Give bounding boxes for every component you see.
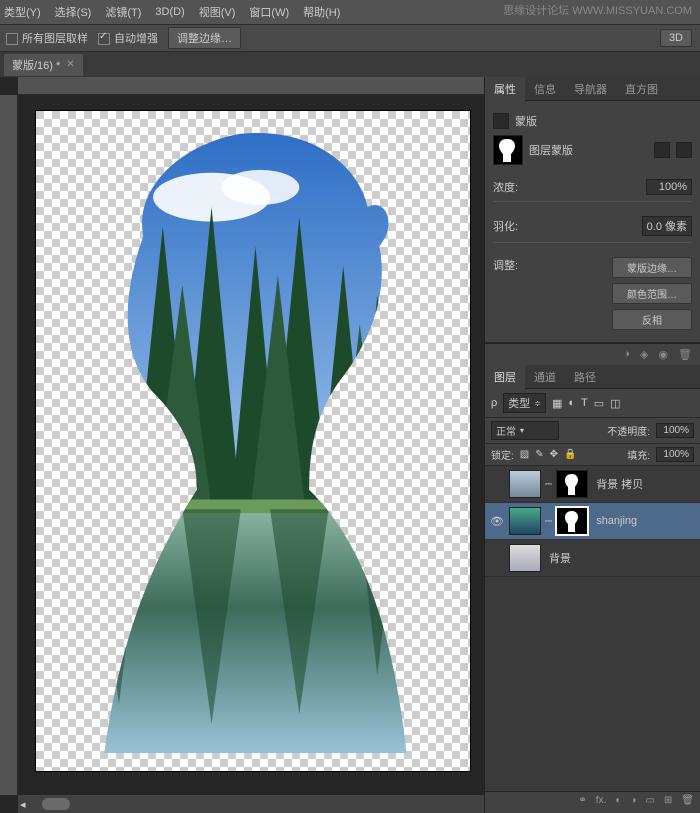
filter-kind-dropdown[interactable]: 类型≑ — [503, 393, 546, 413]
mask-thumbnail[interactable] — [556, 470, 588, 498]
delete-layer-icon[interactable]: 🗑 — [681, 795, 694, 810]
tab-properties[interactable]: 属性 — [485, 77, 525, 101]
tab-layers[interactable]: 图层 — [485, 365, 525, 389]
lock-all-icon[interactable]: 🔒 — [564, 449, 576, 460]
mask-thumbnail[interactable] — [556, 507, 588, 535]
layer-thumbnail[interactable] — [509, 544, 541, 572]
filter-adjust-icon[interactable]: ◐ — [568, 397, 575, 409]
layer-name[interactable]: 背景 — [549, 550, 571, 566]
trash-icon[interactable]: 🗑 — [678, 348, 692, 361]
layer-filter-row: ρ 类型≑ ▦ ◐ T ▭ ◫ — [485, 389, 700, 418]
menu-type[interactable]: 类型(Y) — [4, 4, 41, 20]
layer-thumbnail[interactable] — [509, 470, 541, 498]
layer-name[interactable]: 背景 拷贝 — [596, 476, 643, 492]
properties-panel: 蒙版 图层蒙版 浓度: 100% 羽化: 0.0 像素 — [485, 101, 700, 343]
sample-all-layers[interactable]: 所有图层取样 — [6, 30, 88, 46]
properties-tabs: 属性 信息 导航器 直方图 — [485, 77, 700, 101]
layer-name[interactable]: shanjing — [596, 515, 637, 527]
new-layer-icon[interactable]: ⊞ — [664, 795, 672, 810]
filter-smart-icon[interactable]: ◫ — [610, 397, 620, 410]
opacity-label: 不透明度: — [607, 423, 650, 438]
load-selection-icon[interactable]: ◑ — [623, 348, 630, 361]
lock-transparency-icon[interactable]: ▨ — [520, 449, 529, 460]
panels-column: 属性 信息 导航器 直方图 蒙版 图层蒙版 浓度: 100% — [484, 77, 700, 813]
new-fill-icon[interactable]: ◑ — [630, 795, 636, 810]
menu-filter[interactable]: 滤镜(T) — [105, 4, 141, 20]
blend-mode-dropdown[interactable]: 正常▾ — [491, 421, 559, 440]
invert-button[interactable]: 反相 — [612, 309, 692, 330]
3d-mode-button[interactable]: 3D — [660, 29, 692, 47]
document-canvas[interactable] — [36, 111, 470, 771]
link-layers-icon[interactable]: ⚭ — [578, 795, 586, 810]
color-range-button[interactable]: 颜色范围… — [612, 283, 692, 304]
filter-pixel-icon[interactable]: ▦ — [552, 397, 562, 410]
canvas-area: ◂ — [0, 77, 484, 813]
lock-label: 锁定: — [491, 447, 514, 462]
document-tab[interactable]: 蒙版/16) * ✕ — [4, 54, 83, 76]
opacity-input[interactable]: 100% — [656, 423, 694, 438]
watermark-text: 思缘设计论坛 WWW.MISSYUAN.COM — [503, 2, 692, 18]
tab-channels[interactable]: 通道 — [525, 365, 565, 389]
menu-view[interactable]: 视图(V) — [199, 4, 236, 20]
link-icon[interactable]: ⎓ — [545, 516, 552, 527]
feather-input[interactable]: 0.0 像素 — [642, 216, 692, 236]
lock-pixels-icon[interactable]: ✎ — [535, 449, 543, 460]
menu-bar: 类型(Y) 选择(S) 滤镜(T) 3D(D) 视图(V) 窗口(W) 帮助(H… — [0, 0, 700, 24]
document-tabs: 蒙版/16) * ✕ — [0, 52, 700, 77]
vector-mask-button[interactable] — [676, 142, 692, 158]
vertical-ruler[interactable] — [0, 95, 18, 795]
options-bar: 所有图层取样 自动增强 调整边缘… 3D — [0, 24, 700, 52]
layer-thumbnail[interactable] — [509, 507, 541, 535]
mask-icon — [493, 113, 509, 129]
new-group-icon[interactable]: ▭ — [645, 795, 654, 810]
mask-thumbnail[interactable] — [493, 135, 523, 165]
apply-mask-icon[interactable]: ◈ — [640, 348, 648, 361]
mask-type-label: 图层蒙版 — [529, 142, 573, 158]
layer-row[interactable]: 背景 — [485, 540, 700, 577]
mask-title: 蒙版 — [515, 113, 537, 129]
add-mask-icon[interactable]: ◐ — [615, 795, 621, 810]
feather-label: 羽化: — [493, 218, 518, 234]
layers-tabs: 图层 通道 路径 — [485, 365, 700, 389]
layers-footer: ⚭ fx. ◐ ◑ ▭ ⊞ 🗑 — [485, 791, 700, 813]
layer-mask-button[interactable] — [654, 142, 670, 158]
layer-row[interactable]: 👁 ⎓ shanjing — [485, 503, 700, 540]
layers-list: ⎓ 背景 拷贝 👁 ⎓ shanjing 背景 — [485, 466, 700, 791]
fx-icon[interactable]: fx. — [596, 795, 607, 810]
mask-edge-button[interactable]: 蒙版边缘… — [612, 257, 692, 278]
filter-type-icon[interactable]: T — [581, 397, 588, 409]
density-input[interactable]: 100% — [646, 179, 692, 195]
auto-enhance[interactable]: 自动增强 — [98, 30, 158, 46]
close-icon[interactable]: ✕ — [66, 59, 74, 70]
refine-label: 调整: — [493, 257, 518, 273]
density-label: 浓度: — [493, 179, 518, 195]
filter-shape-icon[interactable]: ▭ — [594, 397, 604, 410]
visibility-toggle[interactable]: 👁 — [489, 515, 505, 528]
menu-help[interactable]: 帮助(H) — [303, 4, 340, 20]
link-icon[interactable]: ⎓ — [545, 479, 552, 490]
tab-histogram[interactable]: 直方图 — [616, 77, 667, 101]
menu-3d[interactable]: 3D(D) — [155, 6, 184, 18]
menu-select[interactable]: 选择(S) — [55, 4, 92, 20]
toggle-mask-icon[interactable]: ◉ — [658, 348, 668, 361]
refine-edge-button[interactable]: 调整边缘… — [168, 27, 241, 49]
lock-position-icon[interactable]: ✥ — [550, 449, 558, 460]
tab-paths[interactable]: 路径 — [565, 365, 605, 389]
fill-input[interactable]: 100% — [656, 447, 694, 462]
layer-row[interactable]: ⎓ 背景 拷贝 — [485, 466, 700, 503]
horizontal-scrollbar[interactable]: ◂ — [18, 795, 484, 813]
document-tab-label: 蒙版/16) * — [12, 57, 60, 73]
tab-navigator[interactable]: 导航器 — [565, 77, 616, 101]
fill-label: 填充: — [627, 447, 650, 462]
menu-window[interactable]: 窗口(W) — [249, 4, 289, 20]
horizontal-ruler[interactable] — [18, 77, 484, 95]
properties-footer: ◑ ◈ ◉ 🗑 — [485, 343, 700, 365]
tab-info[interactable]: 信息 — [525, 77, 565, 101]
composite-image — [36, 111, 470, 771]
